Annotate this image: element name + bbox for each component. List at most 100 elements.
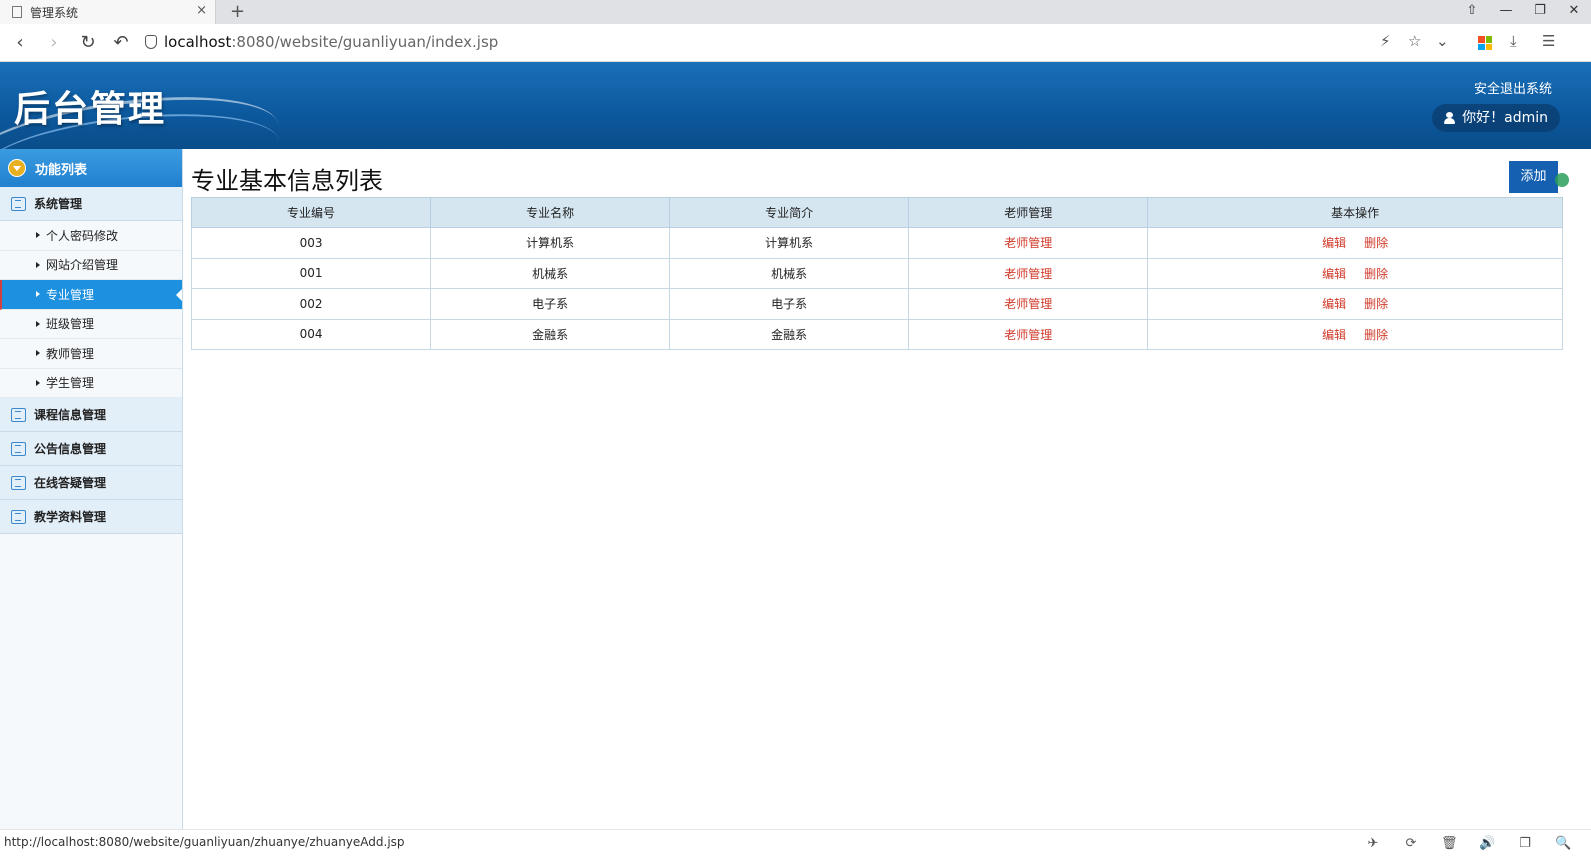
restore-icon[interactable]: ❐ xyxy=(1523,0,1557,24)
column-header: 专业名称 xyxy=(430,197,671,228)
sidebar-item-site-intro[interactable]: 网站介绍管理 xyxy=(0,251,182,280)
teacher-manage-link[interactable]: 老师管理 xyxy=(1004,267,1052,281)
caret-right-icon xyxy=(36,379,40,386)
edit-link[interactable]: 编辑 xyxy=(1322,234,1346,251)
actions-cell: 编辑 删除 xyxy=(1147,288,1563,320)
sidebar-group-qa[interactable]: 在线答疑管理 xyxy=(0,466,182,500)
list-icon xyxy=(11,196,26,211)
sidebar-header[interactable]: 功能列表 xyxy=(0,149,182,187)
sidebar-item-password[interactable]: 个人密码修改 xyxy=(0,221,182,251)
caret-right-icon xyxy=(36,232,40,239)
new-tab-button[interactable]: + xyxy=(230,1,245,22)
teacher-cell: 老师管理 xyxy=(908,288,1149,320)
address-bar: ‹ › ↻ ↶ localhost:8080/website/guanliyua… xyxy=(0,24,1591,62)
app-title: 后台管理 xyxy=(14,89,167,130)
sidebar-item-label: 专业管理 xyxy=(46,287,95,302)
app-header: 后台管理 安全退出系统 你好！admin xyxy=(0,62,1591,149)
major-id: 003 xyxy=(190,227,432,259)
sidebar-item-label: 个人密码修改 xyxy=(46,228,119,243)
sidebar-item-student[interactable]: 学生管理 xyxy=(0,369,182,398)
delete-link[interactable]: 删除 xyxy=(1364,326,1388,343)
major-name: 机械系 xyxy=(430,257,671,289)
column-header: 专业编号 xyxy=(190,197,432,228)
close-window-icon[interactable]: ✕ xyxy=(1557,0,1591,24)
edit-link[interactable]: 编辑 xyxy=(1322,295,1346,312)
logout-link[interactable]: 安全退出系统 xyxy=(1474,78,1552,97)
trash-icon[interactable]: 🗑 xyxy=(1441,836,1458,852)
volume-icon[interactable]: 🔊 xyxy=(1479,836,1495,852)
delete-link[interactable]: 删除 xyxy=(1364,265,1388,282)
close-tab-icon[interactable]: × xyxy=(196,3,207,18)
sidebar-group-course[interactable]: 课程信息管理 xyxy=(0,398,182,432)
table-row: 001 机械系 机械系 老师管理 编辑 删除 xyxy=(190,257,1563,289)
flash-icon[interactable]: ⚡ xyxy=(1380,32,1391,50)
major-intro: 机械系 xyxy=(669,257,910,289)
major-intro: 计算机系 xyxy=(669,227,910,259)
url-field[interactable]: localhost:8080/website/guanliyuan/index.… xyxy=(164,33,498,51)
delete-link[interactable]: 删除 xyxy=(1364,295,1388,312)
skin-icon[interactable]: ⇧ xyxy=(1455,0,1489,24)
sidebar-group-label: 系统管理 xyxy=(34,197,83,211)
main-content: 专业基本信息列表 添加 专业编号 专业名称 专业简介 老师管理 基本操作 003… xyxy=(183,149,1591,829)
major-name: 金融系 xyxy=(430,318,671,350)
teacher-manage-link[interactable]: 老师管理 xyxy=(1004,236,1052,250)
status-url: http://localhost:8080/website/guanliyuan… xyxy=(4,835,405,849)
sidebar-group-label: 教学资料管理 xyxy=(34,510,107,524)
status-bar: http://localhost:8080/website/guanliyuan… xyxy=(0,829,1591,866)
sidebar-group-label: 课程信息管理 xyxy=(34,408,107,422)
sidebar-group-materials[interactable]: 教学资料管理 xyxy=(0,500,182,534)
edit-link[interactable]: 编辑 xyxy=(1322,326,1346,343)
add-button[interactable]: 添加 xyxy=(1509,161,1558,193)
click-indicator xyxy=(1555,173,1569,187)
table-row: 003 计算机系 计算机系 老师管理 编辑 删除 xyxy=(190,227,1563,259)
teacher-manage-link[interactable]: 老师管理 xyxy=(1004,297,1052,311)
refresh-icon[interactable]: ⟳ xyxy=(1403,836,1419,852)
sidebar-header-label: 功能列表 xyxy=(35,162,88,178)
search-icon[interactable]: 🔍 xyxy=(1555,836,1571,852)
major-name: 电子系 xyxy=(430,288,671,320)
edit-link[interactable]: 编辑 xyxy=(1322,265,1346,282)
sidebar-group-system[interactable]: 系统管理 xyxy=(0,187,182,221)
download-icon[interactable]: ⤓ xyxy=(1510,32,1517,50)
reload-icon[interactable]: ↻ xyxy=(76,31,100,55)
teacher-manage-link[interactable]: 老师管理 xyxy=(1004,328,1052,342)
window-icon[interactable]: ❐ xyxy=(1517,836,1533,852)
delete-link[interactable]: 删除 xyxy=(1364,234,1388,251)
major-intro: 电子系 xyxy=(669,288,910,320)
greeting-text: 你好！admin xyxy=(1462,110,1548,126)
page-title: 专业基本信息列表 xyxy=(191,167,383,195)
page-icon xyxy=(12,6,22,18)
user-greeting: 你好！admin xyxy=(1432,104,1560,132)
sidebar-item-major[interactable]: 专业管理 xyxy=(0,280,182,310)
actions-cell: 编辑 删除 xyxy=(1147,227,1563,259)
back-icon[interactable]: ‹ xyxy=(8,31,32,55)
major-intro: 金融系 xyxy=(669,318,910,350)
security-shield-icon[interactable] xyxy=(145,35,157,49)
forward-icon[interactable]: › xyxy=(42,31,66,55)
dropdown-icon[interactable]: ⌄ xyxy=(1436,32,1449,50)
teacher-cell: 老师管理 xyxy=(908,227,1149,259)
undo-icon[interactable]: ↶ xyxy=(109,31,133,55)
major-id: 002 xyxy=(190,288,432,320)
actions-cell: 编辑 删除 xyxy=(1147,318,1563,350)
caret-right-icon xyxy=(36,261,40,268)
sidebar: 功能列表 系统管理 个人密码修改 网站介绍管理 专业管理 班级管理 教师管理 学… xyxy=(0,149,183,829)
edit-icon xyxy=(11,441,26,456)
column-header: 老师管理 xyxy=(908,197,1149,228)
actions-cell: 编辑 删除 xyxy=(1147,257,1563,289)
sidebar-item-label: 学生管理 xyxy=(46,376,95,391)
column-header: 专业简介 xyxy=(669,197,910,228)
sidebar-item-teacher[interactable]: 教师管理 xyxy=(0,339,182,369)
rocket-icon[interactable]: ✈ xyxy=(1365,836,1381,852)
apps-icon[interactable] xyxy=(1478,36,1492,50)
menu-icon[interactable]: ☰ xyxy=(1542,32,1555,50)
sidebar-item-label: 班级管理 xyxy=(46,317,95,332)
sidebar-item-class[interactable]: 班级管理 xyxy=(0,310,182,339)
browser-tab[interactable]: 管理系统 × xyxy=(0,0,216,24)
major-id: 004 xyxy=(190,318,432,350)
status-icons: ✈ ⟳ 🗑 🔊 ❐ 🔍 xyxy=(1365,836,1572,852)
minimize-icon[interactable]: — xyxy=(1489,0,1523,24)
sidebar-group-notice[interactable]: 公告信息管理 xyxy=(0,432,182,466)
star-icon[interactable]: ☆ xyxy=(1408,32,1421,50)
list-icon xyxy=(11,475,26,490)
